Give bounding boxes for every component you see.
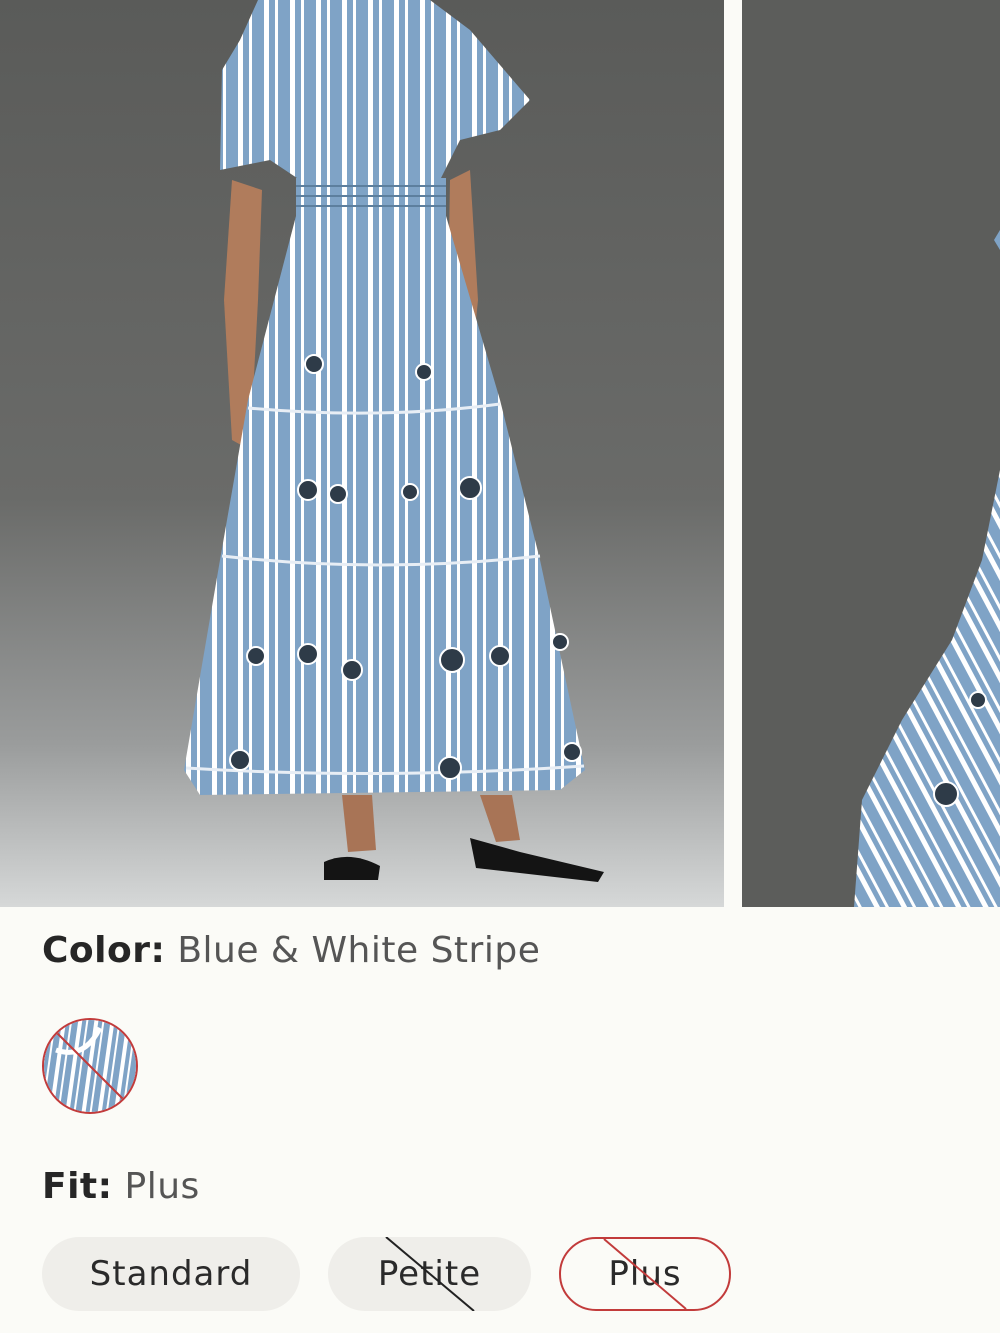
product-image-gallery[interactable]	[0, 0, 1000, 907]
fit-option-label: Standard	[89, 1254, 253, 1294]
fit-option-label: Petite	[377, 1254, 482, 1294]
color-swatch-blue-white-stripe[interactable]	[42, 1018, 138, 1114]
color-label: Color:	[42, 930, 166, 971]
product-image-main[interactable]	[0, 0, 724, 907]
fit-option-petite[interactable]: Petite	[328, 1237, 531, 1311]
fit-option-standard[interactable]: Standard	[42, 1237, 300, 1311]
product-image-secondary[interactable]	[742, 0, 1000, 907]
fit-selector-heading: Fit: Plus	[42, 1166, 200, 1207]
fit-option-plus[interactable]: Plus	[559, 1237, 731, 1311]
color-selector-heading: Color: Blue & White Stripe	[42, 930, 540, 971]
fit-value: Plus	[124, 1166, 200, 1207]
fit-label: Fit:	[42, 1166, 113, 1207]
fit-option-label: Plus	[608, 1254, 682, 1294]
color-value: Blue & White Stripe	[177, 930, 541, 971]
